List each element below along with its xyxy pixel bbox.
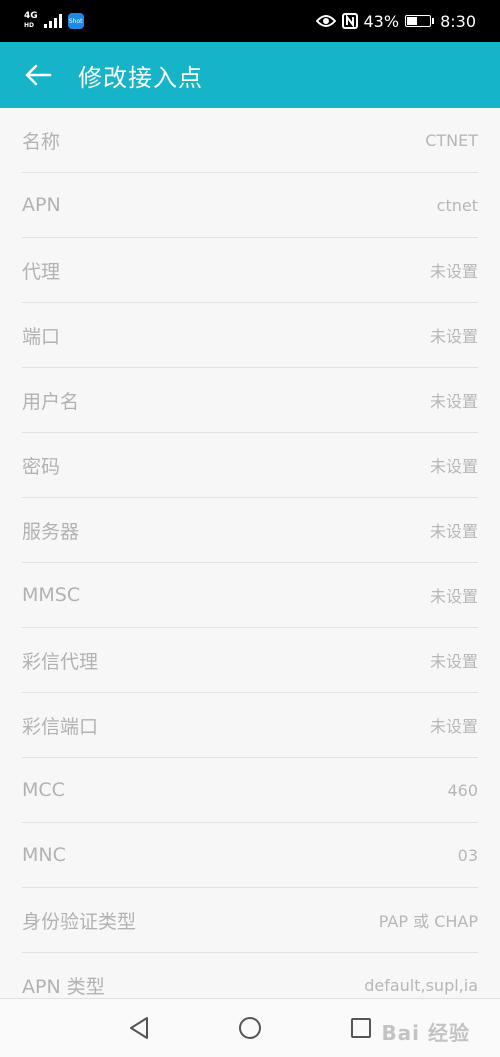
- field-row[interactable]: 服务器 未设置: [22, 498, 478, 563]
- field-value: default,supl,ia: [364, 975, 478, 995]
- battery-icon: [405, 15, 435, 27]
- status-right: 43% 8:30: [315, 11, 476, 31]
- field-label: 端口: [22, 325, 61, 348]
- nav-home-button[interactable]: [235, 1013, 265, 1043]
- field-label: 身份验证类型: [22, 910, 137, 933]
- home-circle-icon: [239, 1017, 261, 1039]
- field-label: 服务器: [22, 520, 80, 543]
- field-label: MMSC: [22, 584, 81, 606]
- battery-percent: 43%: [363, 11, 400, 31]
- apn-field-list[interactable]: 名称 CTNET APN ctnet 代理 未设置 端口 未设置 用户名 未设置 密码 未设置 服务器未…: [0, 108, 500, 998]
- status-bar: 4G HD Shot 43% 8:30: [0, 0, 500, 42]
- field-value: 未设置: [429, 262, 478, 281]
- recents-square-icon: [351, 1018, 371, 1038]
- field-row[interactable]: 彩信端口 未设置: [22, 693, 478, 758]
- app-bar: 修改接入点: [0, 42, 500, 108]
- notification-app-icon: Shot: [67, 13, 84, 29]
- field-row[interactable]: 名称 CTNET: [22, 108, 478, 173]
- field-value: 460: [447, 780, 478, 800]
- field-row[interactable]: 端口 未设置: [22, 303, 478, 368]
- field-value: 未设置: [429, 587, 478, 606]
- field-row[interactable]: MCC 460: [22, 758, 478, 823]
- page-title: 修改接入点: [78, 63, 203, 92]
- network-label: 4G: [24, 11, 38, 21]
- network-type: 4G HD: [24, 12, 38, 30]
- watermark: Bai 经验: [381, 1021, 470, 1045]
- nav-back-button[interactable]: [124, 1013, 154, 1043]
- field-value: 未设置: [429, 717, 478, 736]
- field-row[interactable]: 身份验证类型 PAP 或 CHAP: [22, 888, 478, 953]
- notification-app-label: Shot: [68, 17, 83, 25]
- field-row[interactable]: 密码 未设置: [22, 433, 478, 498]
- field-value: 未设置: [429, 522, 478, 541]
- eye-comfort-icon: [315, 15, 336, 27]
- field-value: ctnet: [436, 195, 478, 215]
- field-label: 彩信端口: [22, 715, 99, 738]
- field-label: MCC: [22, 779, 65, 801]
- field-label: 代理: [22, 260, 61, 283]
- field-label: 名称: [22, 130, 61, 153]
- back-button[interactable]: [0, 42, 76, 108]
- field-label: 用户名: [22, 390, 80, 413]
- clock: 8:30: [440, 11, 476, 31]
- battery-level-fill: [407, 17, 417, 25]
- field-row[interactable]: APN ctnet: [22, 173, 478, 238]
- field-label: MNC: [22, 844, 66, 866]
- field-value: 未设置: [429, 327, 478, 346]
- field-label: APN: [22, 194, 61, 216]
- field-row[interactable]: 代理 未设置: [22, 238, 478, 303]
- field-row[interactable]: MNC 03: [22, 823, 478, 888]
- status-left: 4G HD Shot: [24, 12, 84, 30]
- field-row[interactable]: APN 类型 default,supl,ia: [22, 953, 478, 998]
- field-value: CTNET: [425, 130, 478, 150]
- field-value: 未设置: [429, 457, 478, 476]
- signal-icon: [43, 14, 62, 28]
- field-row[interactable]: MMSC 未设置: [22, 563, 478, 628]
- field-label: APN 类型: [22, 975, 105, 998]
- field-value: PAP 或 CHAP: [378, 912, 478, 931]
- field-value: 未设置: [429, 652, 478, 671]
- field-label: 密码: [22, 455, 61, 478]
- arrow-left-icon: [25, 64, 52, 86]
- back-triangle-icon: [130, 1017, 148, 1039]
- field-row[interactable]: 用户名 未设置: [22, 368, 478, 433]
- field-value: 03: [457, 845, 478, 865]
- field-value: 未设置: [429, 392, 478, 411]
- field-row[interactable]: 彩信代理 未设置: [22, 628, 478, 693]
- network-sub-label: HD: [24, 22, 35, 29]
- nav-recents-button[interactable]: [346, 1013, 376, 1043]
- nfc-icon: [341, 13, 358, 29]
- field-label: 彩信代理: [22, 650, 99, 673]
